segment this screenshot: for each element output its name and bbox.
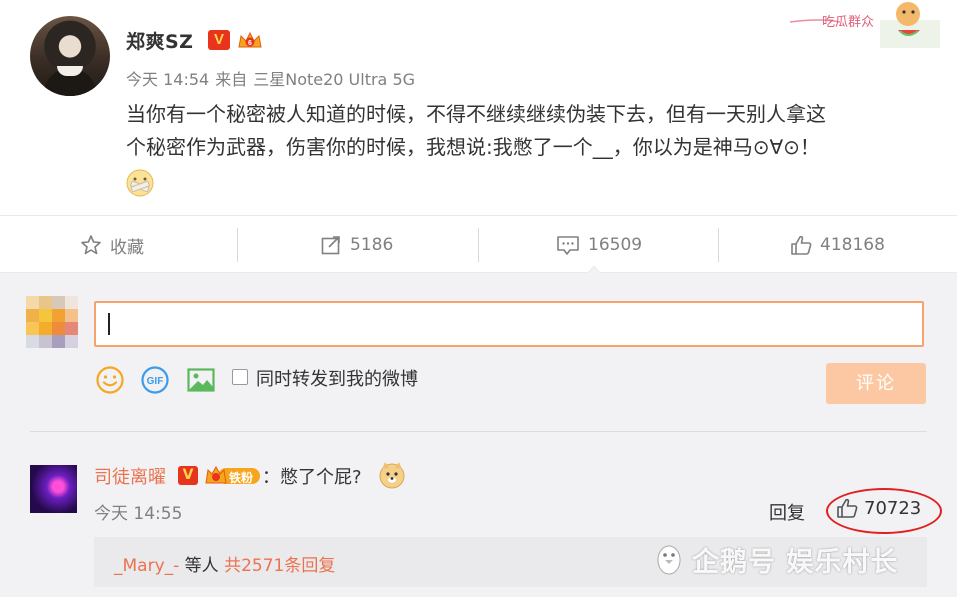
penguin-logo-icon <box>657 545 681 574</box>
commenter-verified-icon: V <box>178 466 198 485</box>
text-caret <box>108 313 110 335</box>
comment-input[interactable] <box>94 301 924 347</box>
emoji-picker-icon[interactable] <box>95 365 125 395</box>
action-bar: 收藏 5186 16509 418168 <box>0 215 957 274</box>
post-text-line: 个秘密作为武器，伤害你的时候，我想说:我憋了一个__，你以为是神马⊙∀⊙！ <box>126 135 820 159</box>
reply-button[interactable]: 回复 <box>769 499 805 525</box>
repost-checkbox-label[interactable]: 同时转发到我的微博 <box>256 365 418 391</box>
submit-comment-button[interactable]: 评论 <box>826 363 926 404</box>
watermark-text: 企鹅号 娱乐村长 <box>692 547 899 578</box>
comment-bubble-icon <box>557 236 579 255</box>
reply-count-link[interactable]: 共2571条回复 <box>224 556 335 576</box>
repost-count: 5186 <box>350 235 394 255</box>
author-username[interactable]: 郑爽SZ <box>126 27 193 54</box>
doge-emoji-icon <box>379 462 405 489</box>
reply-user[interactable]: _Mary_- <box>114 556 179 576</box>
svg-text:6: 6 <box>248 40 252 47</box>
post-text-line: 当你有一个秘密被人知道的时候，不得不继续继续伪装下去，但有一天别人拿这 <box>126 102 826 126</box>
author-avatar[interactable] <box>30 16 110 96</box>
star-icon <box>81 235 101 255</box>
watermelon-dog-sticker: 吃瓜群众 <box>789 2 940 48</box>
verified-badge-icon: V <box>208 30 230 50</box>
reply-middle-text: 等人 <box>179 556 225 576</box>
fan-badge-label: 铁粉 <box>229 471 254 485</box>
repost-checkbox[interactable] <box>232 369 248 385</box>
gif-picker-icon[interactable]: GIF <box>140 365 170 395</box>
svg-text:GIF: GIF <box>147 376 164 387</box>
post-time[interactable]: 今天 14:54 <box>126 70 209 89</box>
divider <box>30 431 927 432</box>
favorite-button[interactable]: 收藏 <box>80 216 144 274</box>
post-meta: 今天 14:54 来自 三星Note20 Ultra 5G <box>126 66 421 90</box>
like-count: 418168 <box>820 235 885 255</box>
like-button[interactable]: 418168 <box>790 216 885 274</box>
source-device[interactable]: 三星Note20 Ultra 5G <box>253 70 415 89</box>
comment-count: 16509 <box>588 235 643 255</box>
watermark: 企鹅号 娱乐村长 <box>654 540 898 579</box>
member-crown-icon[interactable]: 6 <box>236 29 264 51</box>
commenter-username[interactable]: 司徒离曜 <box>94 463 166 489</box>
image-upload-icon[interactable] <box>186 365 216 395</box>
comment-time: 今天 14:55 <box>94 504 183 524</box>
taped-mouth-emoji-icon <box>126 169 154 197</box>
current-user-avatar <box>26 296 78 348</box>
red-highlight-annotation <box>826 488 942 534</box>
sticker-text: 吃瓜群众 <box>822 14 874 30</box>
thumbs-up-icon <box>791 235 812 255</box>
commenter-avatar[interactable] <box>30 465 77 513</box>
source-prefix: 来自 <box>215 70 248 89</box>
post-body: 当你有一个秘密被人知道的时候，不得不继续继续伪装下去，但有一天别人拿这 个秘密作… <box>126 98 926 164</box>
share-arrow-icon <box>321 236 340 255</box>
comment-text: ：憋了个屁? <box>262 467 362 488</box>
repost-button[interactable]: 5186 <box>320 216 393 274</box>
favorite-label: 收藏 <box>110 237 144 258</box>
